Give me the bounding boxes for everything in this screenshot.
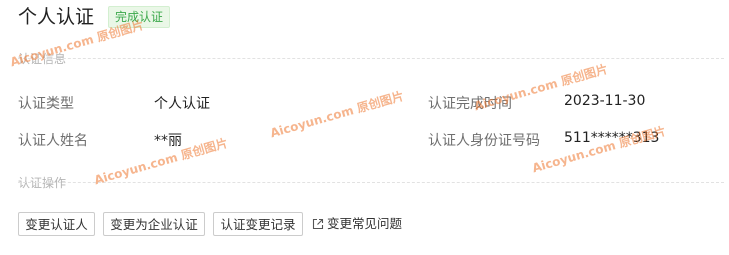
status-badge: 完成认证 — [108, 6, 171, 28]
name-label: 认证人姓名 — [18, 133, 88, 149]
completion-time-value: 2023-11-30 — [564, 93, 646, 109]
type-label: 认证类型 — [18, 96, 74, 112]
name-value: **丽 — [154, 133, 182, 149]
id-number-value: 511******313 — [564, 130, 660, 146]
change-to-enterprise-button[interactable]: 变更为企业认证 — [103, 212, 205, 236]
watermark: Aicoyun.com 原创图片 — [268, 88, 406, 141]
faq-link[interactable]: 变更常见问题 — [312, 212, 402, 236]
type-value: 个人认证 — [154, 96, 210, 112]
id-number-label: 认证人身份证号码 — [428, 133, 540, 149]
external-link-icon — [312, 218, 324, 230]
divider — [18, 58, 724, 59]
divider — [18, 182, 724, 183]
faq-label: 变更常见问题 — [327, 216, 403, 231]
change-person-button[interactable]: 变更认证人 — [18, 212, 95, 236]
completion-time-label: 认证完成时间 — [428, 96, 512, 112]
change-log-button[interactable]: 认证变更记录 — [213, 212, 303, 236]
page-title: 个人认证 — [18, 6, 95, 28]
